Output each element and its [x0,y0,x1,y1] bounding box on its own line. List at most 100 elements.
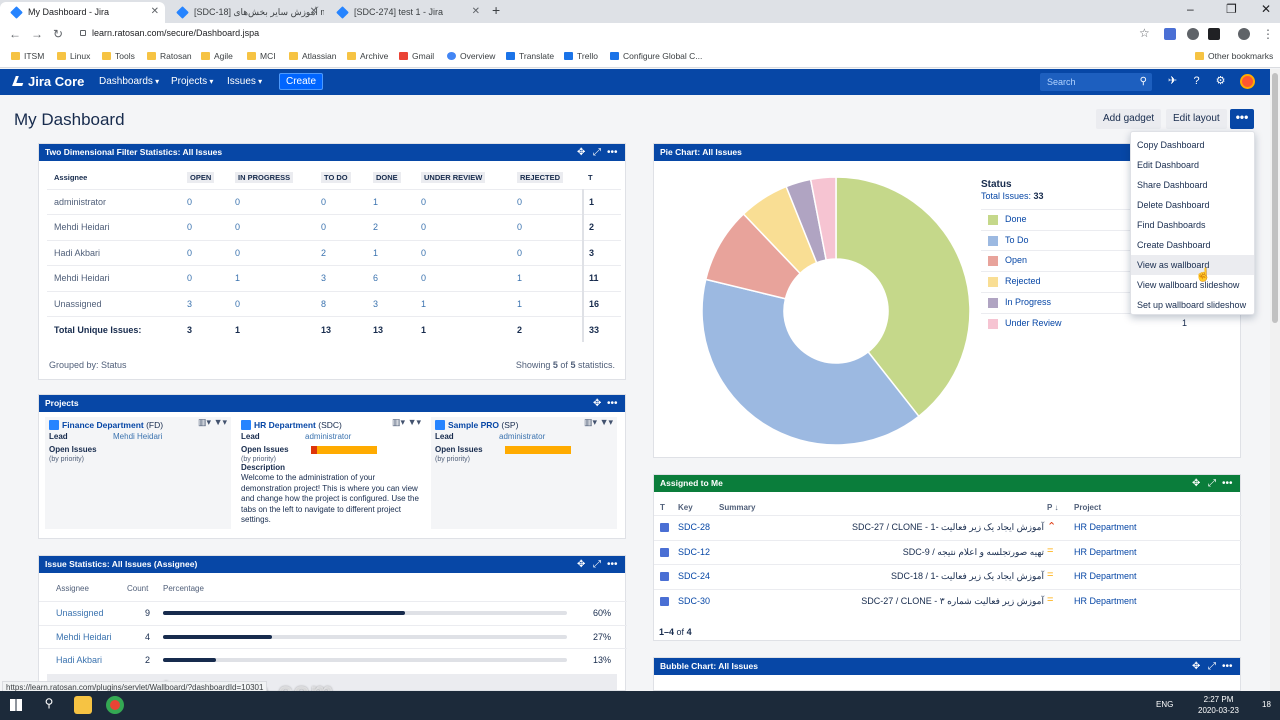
project-link[interactable]: HR Department [1074,571,1137,581]
profile-avatar-icon[interactable] [1238,28,1250,40]
col-total[interactable]: T [583,167,621,189]
count-cell[interactable]: 0 [235,290,321,317]
assignee-cell[interactable]: Unassigned [47,290,187,317]
menu-item-share-dashboard[interactable]: Share Dashboard [1131,175,1254,195]
move-icon[interactable]: ✥ [1192,475,1200,492]
close-tab-icon[interactable]: ✕ [151,2,159,22]
project-link[interactable]: HR Department [1074,596,1137,606]
legend-label[interactable]: Done [1005,214,1027,224]
col-key[interactable]: Key [678,503,693,512]
project-chart-filter-icons[interactable]: ▥▾ ▼▾ [198,417,227,428]
file-explorer-icon[interactable] [74,696,92,714]
edit-layout-button[interactable]: Edit layout [1166,109,1227,129]
issue-summary-link[interactable]: آموزش ایجاد یک زیر فعالیت -1 - SDC-27 / … [852,522,1044,533]
row-total-cell[interactable]: 3 [582,239,621,266]
legend-label[interactable]: Rejected [1005,276,1041,286]
issue-summary-link[interactable]: آموزش ایجاد یک زیر فعالیت -1 / SDC-18 [891,571,1044,582]
count-cell[interactable]: 0 [187,265,235,291]
bookmark-mci[interactable]: MCI [247,51,276,61]
menu-item-view-as-wallboard[interactable]: View as wallboard [1131,255,1254,275]
other-bookmarks[interactable]: Other bookmarks [1195,51,1273,61]
menu-item-delete-dashboard[interactable]: Delete Dashboard [1131,195,1254,215]
close-tab-icon[interactable]: ✕ [472,2,480,22]
menu-item-view-wallboard-slideshow[interactable]: View wallboard slideshow [1131,275,1254,295]
col-assignee[interactable]: Assignee [47,167,187,189]
maximize-gadget-icon[interactable]: ⤢ [1208,658,1216,675]
browser-tab-sdc274[interactable]: [SDC-274] test 1 - Jira ✕ [326,2,486,23]
nav-dashboards[interactable]: Dashboards [99,76,159,87]
count-cell[interactable]: 1 [421,290,517,317]
star-icon[interactable]: ☆ [1139,26,1150,40]
col-priority[interactable]: P ↓ [1047,503,1058,512]
legend-label[interactable]: In Progress [1005,297,1051,307]
bookmark-linux[interactable]: Linux [57,51,90,61]
issue-row[interactable]: SDC-28 آموزش ایجاد یک زیر فعالیت -1 - SDC… [654,515,1242,540]
url-field[interactable]: learn.ratosan.com/secure/Dashboard.jspa [80,28,259,38]
bookmark-gmail[interactable]: Gmail [399,51,434,61]
issue-summary-link[interactable]: تهیه صورتجلسه و اعلام نتیجه / SDC-9 [903,547,1044,558]
assignee-cell[interactable]: Mehdi Heidari [47,214,187,240]
project-chart-filter-icons[interactable]: ▥▾ ▼▾ [584,417,613,428]
count-cell[interactable]: 0 [235,214,321,240]
maximize-gadget-icon[interactable]: ⤢ [1208,475,1216,492]
scrollbar-thumb[interactable] [1272,73,1278,323]
menu-item-find-dashboards[interactable]: Find Dashboards [1131,215,1254,235]
count-cell[interactable]: 6 [373,265,421,291]
lead-link[interactable]: Mehdi Heidari [113,432,162,441]
notification-count[interactable]: 18 [1262,700,1271,709]
col-assignee[interactable]: Assignee [56,584,89,593]
search-input[interactable]: Search ⚲ [1040,73,1152,91]
col-under-review[interactable]: UNDER REVIEW [421,172,486,184]
browser-menu-icon[interactable]: ⋮ [1262,27,1274,41]
count-cell[interactable]: 0 [517,214,583,240]
project-link[interactable]: HR Department [1074,522,1137,532]
project-chart-filter-icons[interactable]: ▥▾ ▼▾ [392,417,421,428]
count-cell[interactable]: 2 [517,316,583,342]
translate-extension-icon[interactable] [1164,28,1176,40]
issue-row[interactable]: SDC-30 آموزش زیر فعالیت شماره ۳ - SDC-27 … [654,589,1242,614]
count-cell[interactable]: 3 [187,316,235,342]
bookmark-tools[interactable]: Tools [102,51,135,61]
col-summary[interactable]: Summary [719,503,755,512]
assignee-link[interactable]: Mehdi Heidari [56,632,112,642]
menu-item-create-dashboard[interactable]: Create Dashboard [1131,235,1254,255]
back-icon[interactable]: ← [9,27,21,41]
nav-issues[interactable]: Issues [227,76,262,87]
issue-summary-link[interactable]: آموزش زیر فعالیت شماره ۳ - SDC-27 / CLON… [861,596,1044,607]
count-cell[interactable]: 0 [187,214,235,240]
legend-label[interactable]: To Do [1005,235,1029,245]
row-total-cell[interactable]: 1 [582,188,621,215]
bookmark-agile[interactable]: Agile [201,51,233,61]
maximize-gadget-icon[interactable]: ⤢ [593,556,601,573]
move-icon[interactable]: ✥ [1192,658,1200,675]
reload-icon[interactable]: ↻ [53,27,63,41]
add-gadget-button[interactable]: Add gadget [1096,109,1162,129]
count-cell[interactable]: 13 [373,316,421,342]
project-link[interactable]: HR Department [1074,547,1137,557]
count-cell[interactable]: 0 [421,214,517,240]
count-cell[interactable]: 1 [373,239,421,266]
language-indicator[interactable]: ENG [1156,700,1173,709]
issue-key-link[interactable]: SDC-28 [678,522,710,532]
col-in-progress[interactable]: IN PROGRESS [235,172,294,184]
issue-row[interactable]: SDC-24 آموزش ایجاد یک زیر فعالیت -1 / SDC… [654,564,1242,589]
close-window-icon[interactable]: ✕ [1261,2,1271,16]
forward-icon[interactable]: → [31,27,43,41]
count-cell[interactable]: 0 [235,188,321,215]
count-cell[interactable]: 3 [187,290,235,317]
system-clock[interactable]: 2:27 PM 2020-03-23 [1198,694,1239,716]
count-cell[interactable]: 0 [187,188,235,215]
row-total-cell[interactable]: 16 [582,290,621,317]
jira-core-logo[interactable]: Jira Core [12,74,84,89]
new-tab-icon[interactable]: + [492,2,500,18]
search-icon[interactable]: ⚲ [40,696,58,714]
bookmark-itsm[interactable]: ITSM [11,51,44,61]
lead-link[interactable]: administrator [305,432,351,441]
count-cell[interactable]: 0 [187,239,235,266]
col-rejected[interactable]: REJECTED [517,172,564,184]
count-cell[interactable]: 0 [517,239,583,266]
count-cell[interactable]: 13 [321,316,373,342]
assignee-link[interactable]: Unassigned [56,608,104,618]
row-total-cell[interactable]: 33 [582,316,621,342]
count-cell[interactable]: 0 [421,188,517,215]
